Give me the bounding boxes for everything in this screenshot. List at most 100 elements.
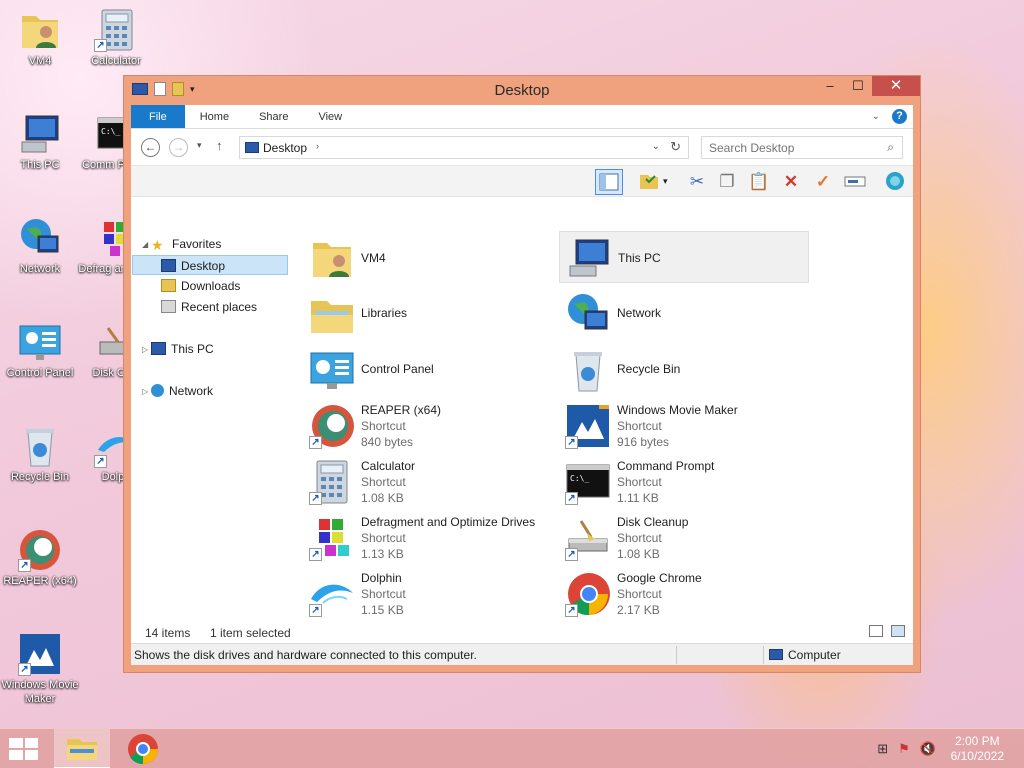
list-item[interactable]: Recycle Bin xyxy=(559,343,809,395)
recent-locations-icon[interactable]: ▾ xyxy=(197,140,202,151)
nav-network-label: Network xyxy=(169,384,214,398)
control-panel-icon xyxy=(18,320,62,364)
chrome-icon: ↗ xyxy=(565,571,611,617)
paste-icon[interactable]: 📋 xyxy=(745,169,773,195)
desktop-icon-calculator[interactable]: ↗ Calculator xyxy=(76,8,156,68)
close-button[interactable]: ✕ xyxy=(872,76,920,96)
large-icons-view-icon[interactable] xyxy=(891,625,905,637)
volume-muted-icon[interactable]: 🔇 xyxy=(920,741,936,757)
desktop-icon-vm4[interactable]: VM4 xyxy=(0,8,80,68)
list-item[interactable]: ↗ Calculator Shortcut 1.08 KB xyxy=(303,455,553,507)
movie-maker-icon: ↗ xyxy=(565,403,611,449)
address-row: ← → ▾ ↑ Desktop › ⌄ ↻ ⌕ xyxy=(131,129,913,165)
file-list: VM4 This PC Libraries Network Control Pa… xyxy=(303,231,913,622)
maximize-button[interactable]: ☐ xyxy=(844,76,872,96)
item-name: VM4 xyxy=(361,251,386,265)
list-item[interactable]: ↗ REAPER (x64) Shortcut 840 bytes xyxy=(303,399,553,451)
nav-recent-label: Recent places xyxy=(181,300,258,314)
network-share-icon[interactable] xyxy=(881,169,909,195)
help-button[interactable]: ? xyxy=(892,109,907,124)
network-tray-icon[interactable]: ⊞ xyxy=(877,741,888,757)
action-center-flag-icon[interactable]: ⚑ xyxy=(898,741,910,757)
desktop-icon-control-panel[interactable]: Control Panel xyxy=(0,320,80,380)
item-size: 1.13 KB xyxy=(361,547,404,561)
desktop-icon-movie-maker[interactable]: ↗ Windows Movie Maker xyxy=(0,632,80,706)
ribbon-tabs: File Home Share View ⌄ ? xyxy=(131,105,913,129)
forward-button[interactable]: → xyxy=(169,138,188,157)
desktop-icon-recycle-bin[interactable]: Recycle Bin xyxy=(0,424,80,484)
copy-icon[interactable]: ❐ xyxy=(713,169,741,195)
nav-recent-places[interactable]: Recent places xyxy=(161,297,257,317)
rename-check-icon[interactable]: ✓ xyxy=(809,169,837,195)
nav-this-pc[interactable]: This PC xyxy=(151,339,214,359)
details-view-icon[interactable] xyxy=(869,625,883,637)
start-button-windows-icon[interactable] xyxy=(9,738,38,760)
list-item[interactable]: ↗ Defragment and Optimize Drives Shortcu… xyxy=(303,511,553,563)
preview-pane-icon[interactable] xyxy=(595,169,623,195)
back-button[interactable]: ← xyxy=(141,138,160,157)
expand-ribbon-icon[interactable]: ⌄ xyxy=(872,111,880,122)
up-arrow-icon[interactable]: ↑ xyxy=(216,138,223,153)
shortcut-arrow-icon: ↗ xyxy=(309,492,322,505)
item-name: Google Chrome xyxy=(617,571,702,585)
desktop-icon-network[interactable]: Network xyxy=(0,216,80,276)
rename-field-icon[interactable] xyxy=(841,169,869,195)
list-item[interactable]: Control Panel xyxy=(303,343,553,395)
network-globe-icon xyxy=(18,216,62,260)
item-type: Shortcut xyxy=(361,419,406,433)
title-bar[interactable]: ▾ Desktop – ☐ ✕ xyxy=(124,76,920,105)
clock[interactable]: 2:00 PM 6/10/2022 xyxy=(951,734,1004,764)
item-type: Shortcut xyxy=(617,531,662,545)
tab-share[interactable]: Share xyxy=(244,105,303,128)
window-title: Desktop xyxy=(494,82,550,99)
desktop-icon-this-pc[interactable]: This PC xyxy=(0,112,80,172)
cut-icon[interactable]: ✂ xyxy=(683,169,711,195)
search-icon[interactable]: ⌕ xyxy=(887,140,894,155)
calculator-icon: ↗ xyxy=(94,8,138,52)
address-chevron-icon[interactable]: › xyxy=(316,141,319,151)
list-item[interactable]: Network xyxy=(559,287,809,339)
favorites-expander-icon[interactable]: ◢ xyxy=(142,240,148,249)
disk-cleanup-icon: ↗ xyxy=(565,515,611,561)
nav-network[interactable]: Network xyxy=(151,381,213,401)
minimize-button[interactable]: – xyxy=(816,76,844,96)
tab-file[interactable]: File xyxy=(131,105,185,128)
tab-home[interactable]: Home xyxy=(185,105,244,128)
options-dropdown-icon[interactable]: ▾ xyxy=(663,176,668,187)
list-item[interactable]: ↗ Google Chrome Shortcut 2.17 KB xyxy=(559,567,809,619)
taskbar-chrome[interactable] xyxy=(115,729,171,768)
search-input[interactable] xyxy=(702,137,872,158)
item-size: 1.11 KB xyxy=(617,491,659,505)
list-item[interactable]: ↗ Dolphin Shortcut 1.15 KB xyxy=(303,567,553,619)
list-item[interactable]: C:\_ ↗ Command Prompt Shortcut 1.11 KB xyxy=(559,455,809,507)
this-pc-expander-icon[interactable]: ▷ xyxy=(142,345,148,354)
delete-icon[interactable]: ✕ xyxy=(777,169,805,195)
network-expander-icon[interactable]: ▷ xyxy=(142,387,148,396)
details-location: Computer xyxy=(788,648,841,662)
recycle-bin-icon xyxy=(18,424,62,468)
search-box[interactable]: ⌕ xyxy=(701,136,903,159)
item-type: Shortcut xyxy=(617,587,662,601)
nav-desktop[interactable]: Desktop xyxy=(132,255,288,275)
desktop-icon-reaper[interactable]: ↗ REAPER (x64) xyxy=(0,528,80,588)
tab-view[interactable]: View xyxy=(303,105,357,128)
refresh-icon[interactable]: ↻ xyxy=(670,139,681,155)
address-dropdown-icon[interactable]: ⌄ xyxy=(652,141,660,152)
folder-options-icon[interactable] xyxy=(635,169,663,195)
item-name: Recycle Bin xyxy=(617,362,681,376)
list-item[interactable]: This PC xyxy=(559,231,809,283)
item-type: Shortcut xyxy=(617,419,662,433)
recent-places-icon xyxy=(161,300,176,313)
list-item[interactable]: ↗ Windows Movie Maker Shortcut 916 bytes xyxy=(559,399,809,451)
nav-downloads[interactable]: Downloads xyxy=(161,276,240,296)
address-location[interactable]: Desktop xyxy=(263,141,307,155)
details-message: Shows the disk drives and hardware conne… xyxy=(134,648,477,662)
list-item[interactable]: ↗ Disk Cleanup Shortcut 1.08 KB xyxy=(559,511,809,563)
list-item[interactable]: Libraries xyxy=(303,287,553,339)
taskbar-file-explorer[interactable] xyxy=(54,729,110,768)
list-item[interactable]: VM4 xyxy=(303,231,553,283)
address-bar[interactable]: Desktop › ⌄ ↻ xyxy=(239,136,689,159)
nav-favorites[interactable]: ★ Favorites xyxy=(151,234,221,254)
star-icon: ★ xyxy=(151,237,164,253)
nav-this-pc-label: This PC xyxy=(171,342,214,356)
